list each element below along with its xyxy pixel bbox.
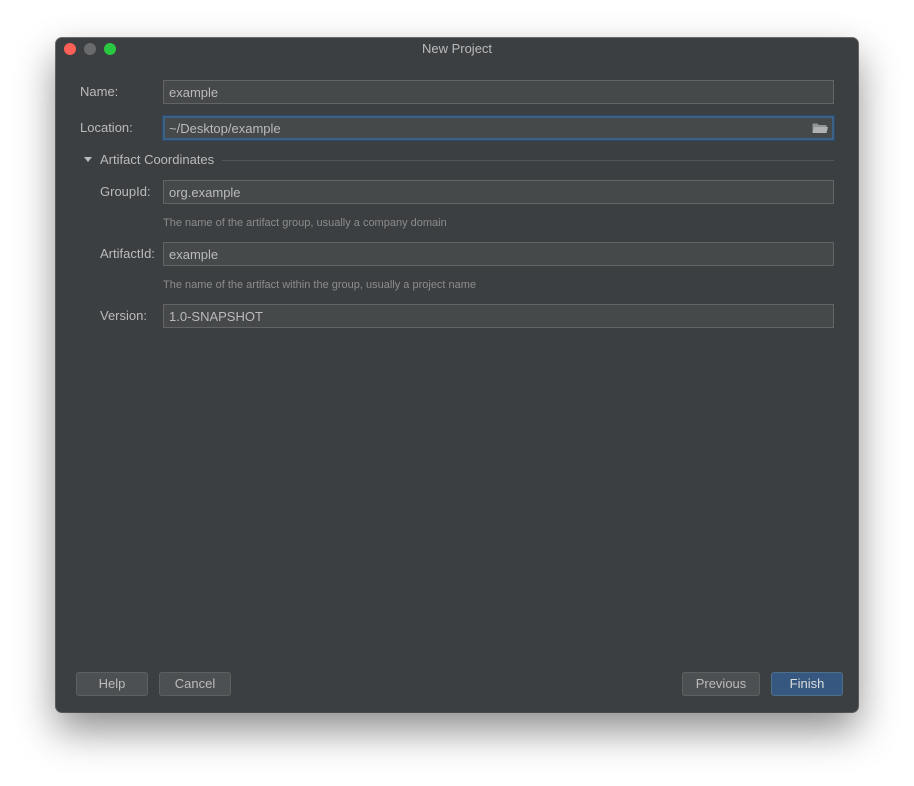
version-input[interactable]: [163, 304, 834, 328]
artifact-coordinates-label: Artifact Coordinates: [100, 152, 215, 167]
window-title: New Project: [421, 41, 493, 56]
help-button[interactable]: Help: [76, 672, 148, 696]
group-id-label: GroupId:: [100, 184, 151, 199]
close-button[interactable]: [64, 43, 76, 55]
title-bar[interactable]: New Project: [56, 38, 858, 60]
group-id-input[interactable]: [163, 180, 834, 204]
group-id-hint: The name of the artifact group, usually …: [163, 217, 447, 229]
minimize-button[interactable]: [84, 43, 96, 55]
section-divider: [222, 160, 834, 161]
name-label: Name:: [80, 84, 119, 99]
new-project-dialog: New Project Name: Location: Artifact Coo…: [56, 38, 858, 712]
triangle-down-icon: [84, 157, 92, 162]
maximize-button[interactable]: [104, 43, 116, 55]
folder-icon[interactable]: [812, 122, 828, 134]
cancel-button[interactable]: Cancel: [159, 672, 231, 696]
finish-button[interactable]: Finish: [771, 672, 843, 696]
name-input[interactable]: [163, 80, 834, 104]
location-input[interactable]: [163, 116, 834, 140]
location-label: Location:: [80, 120, 133, 135]
artifact-id-label: ArtifactId:: [100, 246, 155, 261]
version-label: Version:: [100, 308, 147, 323]
previous-button[interactable]: Previous: [682, 672, 760, 696]
artifact-id-hint: The name of the artifact within the grou…: [163, 279, 477, 291]
artifact-id-input[interactable]: [163, 242, 834, 266]
